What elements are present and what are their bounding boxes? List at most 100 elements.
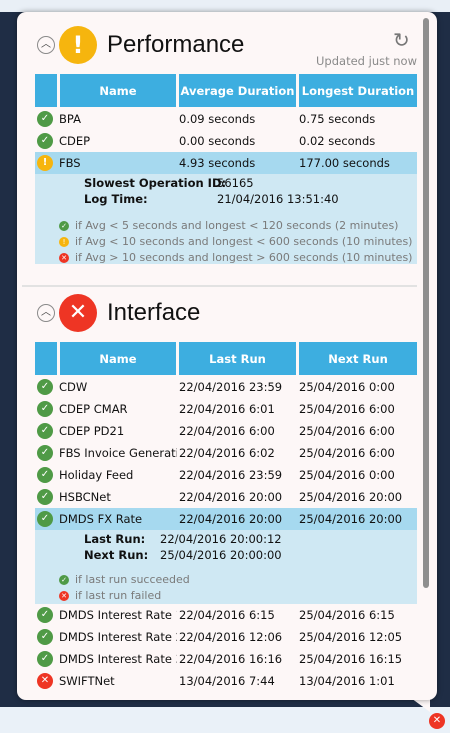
cell-name: DMDS Interest Rate 1 <box>59 608 177 622</box>
table-row[interactable]: ✓ CDEP PD21 22/04/2016 6:00 25/04/2016 6:00 <box>35 420 417 442</box>
legend-item: ✕ if Avg > 10 seconds and longest > 600 s… <box>59 251 412 264</box>
table-row[interactable]: ✕ SWIFTNet 13/04/2016 7:44 13/04/2016 1:01 <box>35 670 417 692</box>
cell-longest: 0.75 seconds <box>299 112 376 126</box>
table-row[interactable]: ✓ DMDS Interest Rate 3 22/04/2016 16:16 25/… <box>35 648 417 670</box>
table-header: Name Last Run Next Run <box>35 342 417 375</box>
cell-last: 22/04/2016 20:00 <box>179 490 283 504</box>
cell-name: DMDS FX Rate <box>59 512 143 526</box>
warning-icon: ! <box>59 236 69 247</box>
scrollbar[interactable] <box>423 18 429 588</box>
detail-value: 22/04/2016 20:00:12 <box>160 532 282 546</box>
cell-last: 22/04/2016 16:16 <box>179 652 283 666</box>
column-header[interactable]: Name <box>60 342 176 375</box>
check-icon: ✓ <box>59 574 69 585</box>
cell-next: 25/04/2016 6:15 <box>299 608 395 622</box>
column-header[interactable]: Next Run <box>299 342 417 375</box>
column-header[interactable]: Name <box>60 74 176 107</box>
cell-name: HSBCNet <box>59 490 111 504</box>
cell-last: 22/04/2016 6:00 <box>179 424 275 438</box>
tray-error-icon[interactable]: ✕ <box>429 713 445 729</box>
cell-avg: 0.09 seconds <box>179 112 256 126</box>
warning-icon: ! <box>37 155 53 171</box>
cell-next: 25/04/2016 0:00 <box>299 380 395 394</box>
performance-section: ︿ ! Performance ↻ Updated just now Name … <box>35 12 417 264</box>
section-divider <box>22 285 417 287</box>
detail-label: Slowest Operation ID: <box>84 176 227 190</box>
check-icon: ✓ <box>37 111 53 127</box>
collapse-interface-button[interactable]: ︿ <box>37 304 55 322</box>
table-row[interactable]: ✓ DMDS FX Rate 22/04/2016 20:00 25/04/2016 … <box>35 508 417 530</box>
cell-name: FBS Invoice Generatio <box>59 446 177 460</box>
refresh-icon[interactable]: ↻ <box>393 28 410 52</box>
error-icon: ✕ <box>37 673 53 689</box>
cell-next: 25/04/2016 16:15 <box>299 652 403 666</box>
detail-label: Last Run: <box>84 532 146 546</box>
interface-section: ︿ ✕ Interface Name Last Run Next Run ✓ CD… <box>35 292 417 689</box>
row-detail: Slowest Operation ID: 56165 Log Time: 21… <box>35 174 417 264</box>
table-row[interactable]: ✓ CDEP 0.00 seconds 0.02 seconds <box>35 130 417 152</box>
cell-longest: 0.02 seconds <box>299 134 376 148</box>
check-icon: ✓ <box>37 401 53 417</box>
table-row[interactable]: ✓ FBS Invoice Generatio 22/04/2016 6:02 25/… <box>35 442 417 464</box>
cell-last: 22/04/2016 6:15 <box>179 608 275 622</box>
legend-item: ✕ if last run failed <box>59 589 161 602</box>
cell-name: FBS <box>59 156 81 170</box>
row-detail: Last Run: 22/04/2016 20:00:12 Next Run: … <box>35 530 417 604</box>
column-header[interactable]: Average Duration <box>179 74 296 107</box>
table-row[interactable]: ✓ CDEP CMAR 22/04/2016 6:01 25/04/2016 6:00 <box>35 398 417 420</box>
table-row[interactable]: ✓ HSBCNet 22/04/2016 20:00 25/04/2016 20:00 <box>35 486 417 508</box>
cell-name: CDEP <box>59 134 91 148</box>
table-header: Name Average Duration Longest Duration <box>35 74 417 107</box>
detail-label: Next Run: <box>84 548 149 562</box>
cell-name: Holiday Feed <box>59 468 134 482</box>
cell-name: CDEP CMAR <box>59 402 128 416</box>
cell-next: 25/04/2016 6:00 <box>299 446 395 460</box>
section-title: Interface <box>107 299 201 326</box>
check-icon: ✓ <box>37 489 53 505</box>
cell-name: DMDS Interest Rate 3 <box>59 652 177 666</box>
cell-avg: 0.00 seconds <box>179 134 256 148</box>
table-row[interactable]: ! FBS 4.93 seconds 177.00 seconds <box>35 152 417 174</box>
cell-name: BPA <box>59 112 81 126</box>
collapse-performance-button[interactable]: ︿ <box>37 36 55 54</box>
cell-name: SWIFTNet <box>59 674 115 688</box>
detail-label: Log Time: <box>84 192 148 206</box>
detail-value: 25/04/2016 20:00:00 <box>160 548 282 562</box>
cell-next: 25/04/2016 0:00 <box>299 468 395 482</box>
check-icon: ✓ <box>37 445 53 461</box>
legend-item: ! if Avg < 10 seconds and longest < 600 s… <box>59 235 412 248</box>
column-header[interactable]: Last Run <box>179 342 296 375</box>
check-icon: ✓ <box>37 423 53 439</box>
taskbar <box>0 707 450 733</box>
error-icon: ✕ <box>59 294 97 332</box>
legend-item: ✓ if Avg < 5 seconds and longest < 120 se… <box>59 219 398 232</box>
table-row[interactable]: ✓ DMDS Interest Rate 2 22/04/2016 12:06 25/… <box>35 626 417 648</box>
cell-next: 13/04/2016 1:01 <box>299 674 395 688</box>
table-row[interactable]: ✓ BPA 0.09 seconds 0.75 seconds <box>35 108 417 130</box>
cell-next: 25/04/2016 6:00 <box>299 402 395 416</box>
detail-value: 56165 <box>217 176 254 190</box>
check-icon: ✓ <box>37 379 53 395</box>
cell-next: 25/04/2016 20:00 <box>299 490 403 504</box>
check-icon: ✓ <box>37 607 53 623</box>
table-row[interactable]: ✓ DMDS Interest Rate 1 22/04/2016 6:15 25/0… <box>35 604 417 626</box>
check-icon: ✓ <box>37 651 53 667</box>
column-header[interactable]: Longest Duration <box>299 74 417 107</box>
cell-next: 25/04/2016 6:00 <box>299 424 395 438</box>
check-icon: ✓ <box>37 629 53 645</box>
cell-name: DMDS Interest Rate 2 <box>59 630 177 644</box>
check-icon: ✓ <box>37 467 53 483</box>
error-icon: ✕ <box>59 590 69 601</box>
desktop-top <box>0 0 450 12</box>
check-icon: ✓ <box>37 511 53 527</box>
cell-last: 22/04/2016 23:59 <box>179 468 283 482</box>
cell-longest: 177.00 seconds <box>299 156 390 170</box>
check-icon: ✓ <box>37 133 53 149</box>
cell-next: 25/04/2016 20:00 <box>299 512 403 526</box>
table-row[interactable]: ✓ CDW 22/04/2016 23:59 25/04/2016 0:00 <box>35 376 417 398</box>
table-row[interactable]: ✓ Holiday Feed 22/04/2016 23:59 25/04/2016 … <box>35 464 417 486</box>
updated-status: Updated just now <box>316 54 417 68</box>
cell-last: 13/04/2016 7:44 <box>179 674 275 688</box>
cell-next: 25/04/2016 12:05 <box>299 630 403 644</box>
cell-name: CDW <box>59 380 88 394</box>
